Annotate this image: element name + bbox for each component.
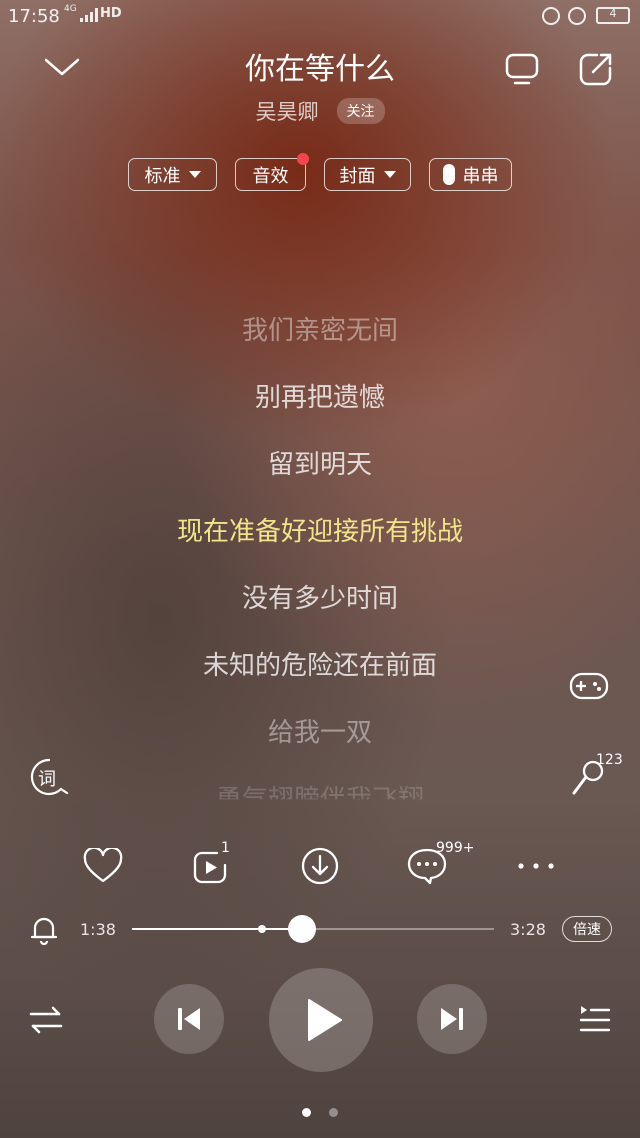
more-icon[interactable]: [514, 850, 558, 882]
shuffle-icon[interactable]: [26, 1000, 66, 1040]
lyric-icon-label: 词: [38, 769, 56, 790]
effects-button[interactable]: 音效: [235, 153, 309, 191]
lyric-line[interactable]: 没有多少时间: [0, 578, 640, 615]
artist-name[interactable]: 吴昊卿: [256, 96, 319, 126]
total-time: 3:28: [510, 920, 546, 939]
heart-icon[interactable]: [80, 844, 126, 888]
lyric-line[interactable]: 别再把遗憾: [0, 377, 640, 414]
lyric-line[interactable]: 勇气翅膀伴我飞翔: [0, 779, 640, 799]
speed-button[interactable]: 倍速: [562, 916, 612, 942]
battery-icon: 4: [596, 7, 630, 24]
lyric-line[interactable]: 留到明天: [0, 444, 640, 481]
chuanchuan-toggle[interactable]: 串串: [429, 158, 512, 191]
page-indicator: [0, 1108, 640, 1117]
playlist-icon[interactable]: [574, 1000, 614, 1040]
progress-fill: [132, 928, 303, 930]
signal-icon: [80, 8, 98, 22]
page-dot-active[interactable]: [302, 1108, 311, 1117]
bell-icon[interactable]: [28, 914, 60, 946]
buffer-marker: [258, 925, 267, 933]
rotation-lock-icon: [568, 7, 586, 25]
mv-count-badge: 1: [221, 840, 230, 856]
current-time: 1:38: [80, 920, 116, 939]
next-button[interactable]: [417, 984, 487, 1054]
lyric-line[interactable]: 未知的危险还在前面: [0, 645, 640, 682]
status-bar: 17:58 4G HD 4: [0, 0, 640, 32]
effects-label: 音效: [252, 165, 289, 187]
cover-label: 封面: [339, 165, 376, 187]
comment-count-badge: 999+: [436, 840, 475, 856]
gamepad-icon[interactable]: [566, 666, 612, 706]
next-icon: [441, 1008, 463, 1030]
artist-row: 吴昊卿 关注: [0, 96, 640, 126]
data-saver-icon: [542, 7, 560, 25]
hd-label: HD: [100, 6, 122, 21]
mic-count-badge: 123: [596, 752, 623, 768]
battery-level: 4: [609, 7, 617, 20]
share-icon[interactable]: [574, 48, 618, 90]
chuanchuan-label: 串串: [462, 165, 499, 187]
follow-button[interactable]: 关注: [336, 98, 385, 124]
chevron-down-icon: [188, 171, 201, 178]
progress-thumb[interactable]: [288, 915, 317, 943]
previous-button[interactable]: [154, 984, 224, 1054]
status-time: 17:58: [8, 6, 60, 27]
lyric-line[interactable]: 我们亲密无间: [0, 310, 640, 347]
play-button[interactable]: [269, 968, 373, 1072]
lyric-line[interactable]: 给我一双: [0, 712, 640, 749]
cover-dropdown[interactable]: 封面: [324, 158, 411, 191]
quality-label: 标准: [144, 165, 181, 187]
notification-dot: [297, 153, 309, 165]
chevron-down-icon: [383, 171, 396, 178]
song-title: 你在等什么: [245, 52, 395, 87]
play-icon: [308, 999, 342, 1041]
lyric-mode-button[interactable]: 词: [28, 756, 70, 798]
toggle-icon: [442, 164, 455, 185]
download-icon[interactable]: [297, 844, 343, 888]
quality-dropdown[interactable]: 标准: [128, 158, 217, 191]
screen-icon[interactable]: [500, 48, 544, 90]
lyric-line-current[interactable]: 现在准备好迎接所有挑战: [0, 511, 640, 548]
network-label: 4G: [64, 4, 77, 14]
previous-icon: [178, 1008, 200, 1030]
page-dot[interactable]: [329, 1108, 338, 1117]
